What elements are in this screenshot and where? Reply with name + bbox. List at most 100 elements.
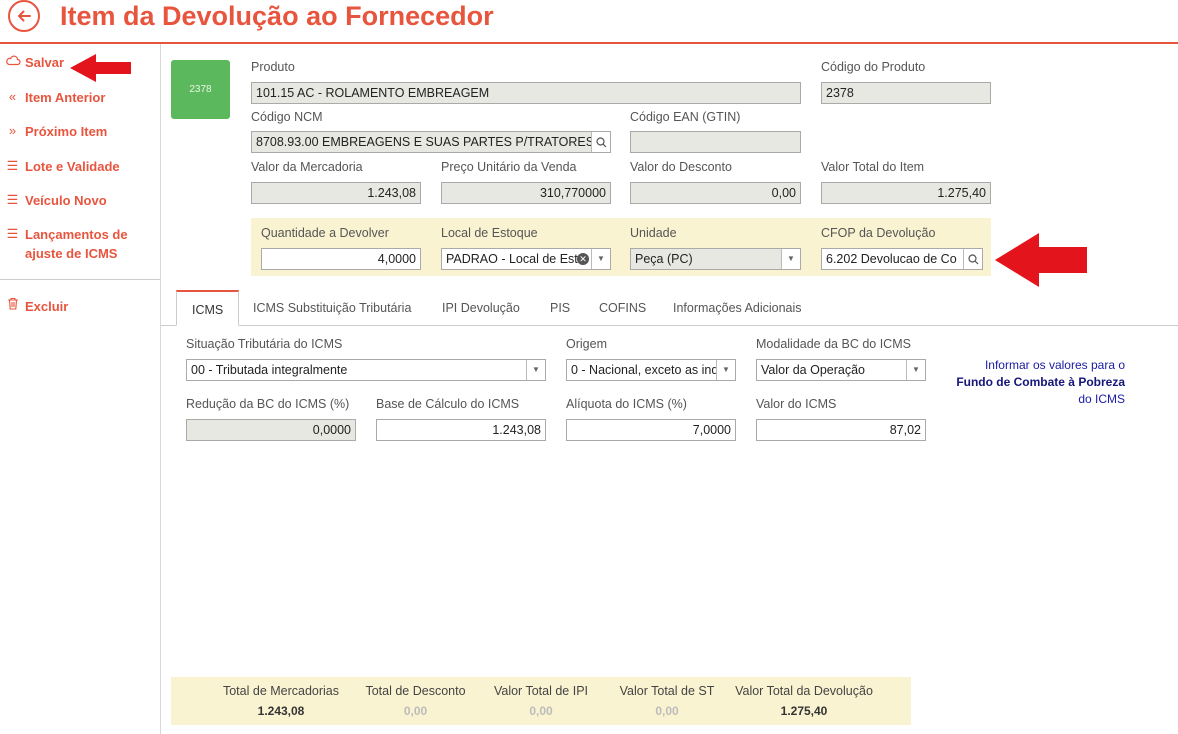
fcp-link[interactable]: Informar os valores para o Fundo de Comb… bbox=[940, 357, 1125, 408]
tab-icms[interactable]: ICMS bbox=[176, 290, 240, 326]
sidebar-item-lote[interactable]: ☰ Lote e Validade bbox=[0, 157, 155, 176]
situacao-label: Situação Tributária do ICMS bbox=[186, 337, 343, 351]
modalidade-label: Modalidade da BC do ICMS bbox=[756, 337, 911, 351]
local-estoque-label: Local de Estoque bbox=[441, 226, 538, 240]
valor-total-item-field: 1.275,40 bbox=[821, 182, 991, 204]
total-mercadorias-value: 1.243,08 bbox=[257, 704, 305, 718]
chevron-down-icon[interactable]: ▼ bbox=[781, 249, 800, 269]
chevron-down-icon[interactable]: ▼ bbox=[716, 360, 735, 380]
total-st-label: Valor Total de ST bbox=[619, 684, 715, 698]
total-mercadorias-label: Total de Mercadorias bbox=[222, 684, 340, 698]
valor-total-item-label: Valor Total do Item bbox=[821, 160, 925, 174]
tab-informacoes-adicionais[interactable]: Informações Adicionais bbox=[673, 290, 802, 326]
unidade-value: Peça (PC) bbox=[635, 252, 693, 266]
cfop-field[interactable]: 6.202 Devolucao de Co bbox=[821, 248, 983, 270]
preco-unitario-label: Preço Unitário da Venda bbox=[441, 160, 577, 174]
ean-label: Código EAN (GTIN) bbox=[630, 110, 741, 124]
sidebar-item-label: Lançamentos de ajuste de ICMS bbox=[25, 227, 128, 261]
produto-field: 101.15 AC - ROLAMENTO EMBREAGEM bbox=[251, 82, 801, 104]
fcp-link-line-1: Informar os valores para o bbox=[984, 358, 1125, 372]
chevron-down-icon[interactable]: ▼ bbox=[591, 249, 610, 269]
clear-icon[interactable]: ✕ bbox=[577, 253, 589, 265]
cfop-label: CFOP da Devolução bbox=[821, 226, 936, 240]
aliquota-input[interactable]: 7,0000 bbox=[566, 419, 736, 441]
annotation-arrow-left-icon bbox=[70, 54, 131, 82]
total-devolucao-value: 1.275,40 bbox=[780, 704, 828, 718]
sidebar-item-label: Item Anterior bbox=[25, 90, 106, 105]
codigo-produto-label: Código do Produto bbox=[821, 60, 926, 74]
valor-desconto-field: 0,00 bbox=[630, 182, 801, 204]
total-desconto-label: Total de Desconto bbox=[365, 684, 466, 698]
sidebar-item-label: Excluir bbox=[25, 299, 69, 314]
ncm-field[interactable]: 8708.93.00 EMBREAGENS E SUAS PARTES P/TR… bbox=[251, 131, 611, 153]
sidebar-item-excluir[interactable]: Excluir bbox=[0, 297, 155, 316]
quantidade-input[interactable]: 4,0000 bbox=[261, 248, 421, 270]
valor-mercadoria-field: 1.243,08 bbox=[251, 182, 421, 204]
origem-value: 0 - Nacional, exceto as ind bbox=[571, 363, 719, 377]
modalidade-select[interactable]: Valor da Operação ▼ bbox=[756, 359, 926, 381]
tab-pis[interactable]: PIS bbox=[550, 290, 570, 326]
base-calculo-input[interactable]: 1.243,08 bbox=[376, 419, 546, 441]
back-button[interactable] bbox=[8, 0, 40, 32]
origem-select[interactable]: 0 - Nacional, exceto as ind ▼ bbox=[566, 359, 736, 381]
preco-unitario-field: 310,770000 bbox=[441, 182, 611, 204]
valor-icms-label: Valor do ICMS bbox=[756, 397, 837, 411]
total-desconto-value: 0,00 bbox=[403, 704, 428, 718]
tab-icms-st[interactable]: ICMS Substituição Tributária bbox=[253, 290, 411, 326]
modalidade-value: Valor da Operação bbox=[761, 363, 865, 377]
valor-mercadoria-label: Valor da Mercadoria bbox=[251, 160, 363, 174]
chevron-down-icon[interactable]: ▼ bbox=[526, 360, 545, 380]
total-ipi-value: 0,00 bbox=[529, 704, 553, 718]
tab-ipi-devolucao[interactable]: IPI Devolução bbox=[442, 290, 520, 326]
valor-desconto-label: Valor do Desconto bbox=[630, 160, 732, 174]
situacao-value: 00 - Tributada integralmente bbox=[191, 363, 348, 377]
ncm-value: 8708.93.00 EMBREAGENS E SUAS PARTES P/TR… bbox=[256, 135, 611, 149]
situacao-select[interactable]: 00 - Tributada integralmente ▼ bbox=[186, 359, 546, 381]
cloud-icon bbox=[0, 53, 25, 70]
reducao-label: Redução da BC do ICMS (%) bbox=[186, 397, 350, 411]
search-icon[interactable] bbox=[591, 132, 610, 152]
sidebar-divider bbox=[0, 279, 160, 280]
ncm-label: Código NCM bbox=[251, 110, 323, 124]
fcp-link-line-3: do ICMS bbox=[1078, 392, 1125, 406]
sidebar-item-label: Lote e Validade bbox=[25, 159, 120, 174]
base-calculo-label: Base de Cálculo do ICMS bbox=[376, 397, 520, 411]
reducao-field: 0,0000 bbox=[186, 419, 356, 441]
sidebar-item-lancamentos[interactable]: ☰ Lançamentos de ajuste de ICMS bbox=[0, 225, 155, 263]
list-icon: ☰ bbox=[6, 192, 19, 207]
quantidade-label: Quantidade a Devolver bbox=[261, 226, 389, 240]
local-estoque-value: PADRAO - Local de Esto bbox=[446, 252, 585, 266]
local-estoque-select[interactable]: PADRAO - Local de Esto ✕ ▼ bbox=[441, 248, 611, 270]
sidebar-item-label: Veículo Novo bbox=[25, 193, 107, 208]
valor-icms-input[interactable]: 87,02 bbox=[756, 419, 926, 441]
fcp-link-line-2: Fundo de Combate à Pobreza bbox=[956, 375, 1125, 389]
double-chevron-right-icon: » bbox=[8, 123, 17, 138]
total-st-value: 0,00 bbox=[655, 704, 679, 718]
totals-bar: Total de Mercadorias 1.243,08 Total de D… bbox=[171, 677, 911, 725]
sidebar-item-veiculo[interactable]: ☰ Veículo Novo bbox=[0, 191, 155, 210]
sidebar: Salvar « Item Anterior » Próximo Item ☰ … bbox=[0, 44, 161, 734]
product-badge: 2378 bbox=[171, 60, 230, 119]
trash-icon bbox=[0, 297, 25, 314]
sidebar-item-label: Salvar bbox=[25, 55, 65, 70]
sidebar-item-anterior[interactable]: « Item Anterior bbox=[0, 88, 155, 107]
tab-cofins[interactable]: COFINS bbox=[599, 290, 646, 326]
cfop-value: 6.202 Devolucao de Co bbox=[826, 252, 957, 266]
search-icon[interactable] bbox=[963, 249, 982, 269]
codigo-produto-field: 2378 bbox=[821, 82, 991, 104]
double-chevron-left-icon: « bbox=[8, 89, 17, 104]
list-icon: ☰ bbox=[6, 158, 19, 173]
annotation-arrow-left-icon bbox=[995, 233, 1087, 287]
arrow-left-icon bbox=[18, 10, 31, 22]
list-icon: ☰ bbox=[6, 226, 19, 241]
unidade-select[interactable]: Peça (PC) ▼ bbox=[630, 248, 801, 270]
origem-label: Origem bbox=[566, 337, 607, 351]
total-devolucao-label: Valor Total da Devolução bbox=[735, 684, 873, 698]
unidade-label: Unidade bbox=[630, 226, 677, 240]
sidebar-item-proximo[interactable]: » Próximo Item bbox=[0, 122, 155, 141]
total-ipi-label: Valor Total de IPI bbox=[493, 684, 589, 698]
ean-field bbox=[630, 131, 801, 153]
sidebar-item-label: Próximo Item bbox=[25, 124, 108, 139]
chevron-down-icon[interactable]: ▼ bbox=[906, 360, 925, 380]
produto-label: Produto bbox=[251, 60, 295, 74]
